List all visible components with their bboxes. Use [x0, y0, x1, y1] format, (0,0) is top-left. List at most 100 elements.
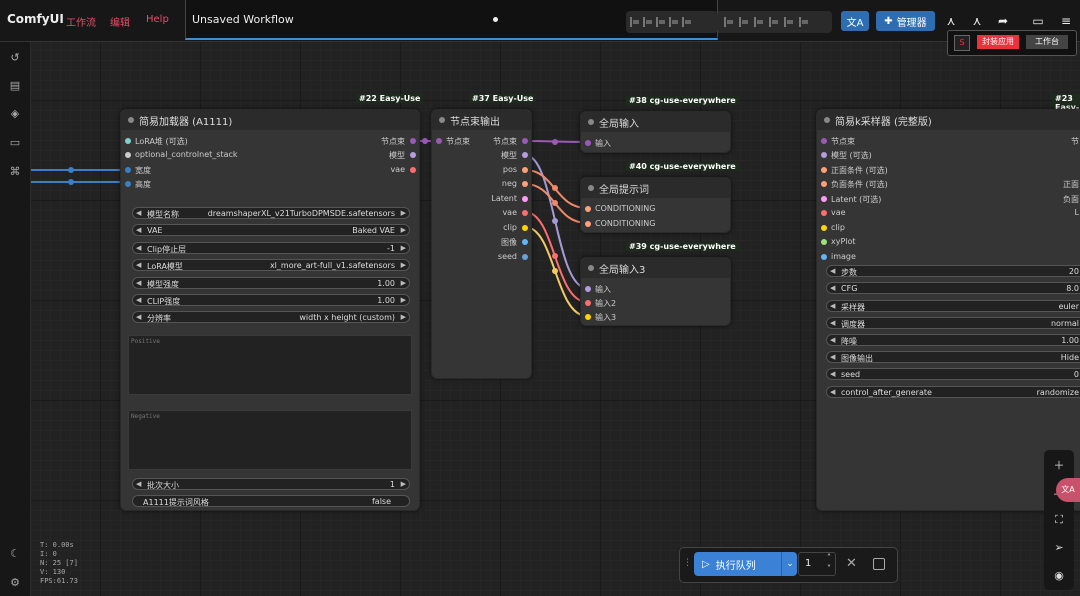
history-icon[interactable]: ↺ — [8, 50, 22, 64]
folder-icon[interactable]: ▭ — [8, 135, 22, 149]
input-socket[interactable] — [821, 181, 827, 187]
brush-icon[interactable]: ⋏ — [940, 11, 962, 31]
select-pointer-icon[interactable]: ➢ — [1052, 540, 1066, 554]
output-socket[interactable] — [522, 239, 528, 245]
input-socket[interactable] — [821, 138, 827, 144]
output-socket[interactable] — [522, 181, 528, 187]
widget-model-strength[interactable]: ◀ 模型强度 1.00 ▶ — [132, 277, 410, 289]
menu-help[interactable]: Help — [146, 14, 169, 25]
stop-icon[interactable] — [873, 558, 885, 570]
output-socket[interactable] — [522, 167, 528, 173]
input-socket[interactable] — [585, 314, 591, 320]
align-right-icon[interactable] — [656, 17, 665, 27]
node-header[interactable]: 简易k采样器 (完整版) — [817, 110, 1080, 130]
menu-workflow[interactable]: 工作流 — [66, 14, 96, 29]
output-socket-pipe[interactable] — [410, 138, 416, 144]
input-socket-controlnet[interactable] — [125, 152, 131, 158]
output-socket[interactable] — [522, 225, 528, 231]
input-socket[interactable] — [585, 221, 591, 227]
output-socket-model[interactable] — [410, 152, 416, 158]
widget-steps[interactable]: ◀ 步数 20 — [826, 265, 1080, 277]
workbench-button[interactable]: 工作台 — [1026, 35, 1068, 49]
menu-edit[interactable]: 编辑 — [110, 14, 130, 29]
widget-control-after-generate[interactable]: ◀ control_after_generate randomize — [826, 386, 1080, 398]
input-socket[interactable] — [821, 254, 827, 260]
theme-moon-icon[interactable]: ☾ — [8, 546, 22, 560]
widget-clip-skip[interactable]: ◀ Clip停止层 -1 ▶ — [132, 242, 410, 254]
run-queue-button[interactable]: ▷ 执行队列 ⌄ — [694, 552, 797, 576]
queue-list-icon[interactable]: ▤ — [8, 78, 22, 92]
widget-batch-size[interactable]: ◀ 批次大小 1 ▶ — [132, 478, 410, 490]
input-socket[interactable] — [821, 167, 827, 173]
input-socket-height[interactable] — [125, 181, 131, 187]
widget-a1111-style-toggle[interactable]: A1111提示词风格 false — [132, 495, 410, 507]
input-socket[interactable] — [821, 225, 827, 231]
align-top-icon[interactable] — [669, 17, 678, 27]
widget-model-name[interactable]: ◀ 模型名称 dreamshaperXL_v21TurboDPMSDE.safete… — [132, 207, 410, 219]
node-prompts-everywhere[interactable]: 全局提示词 CONDITIONING CONDITIONING — [580, 177, 731, 233]
translate-button[interactable]: 文A — [841, 11, 869, 31]
widget-scheduler[interactable]: ◀ 调度器 normal — [826, 317, 1080, 329]
widget-resolution[interactable]: ◀ 分辨率 width x height (custom) ▶ — [132, 311, 410, 323]
input-socket[interactable] — [821, 196, 827, 202]
same-width-icon[interactable] — [769, 17, 778, 27]
input-socket[interactable] — [821, 239, 827, 245]
node-header[interactable]: 全局输入 — [581, 112, 730, 132]
output-socket[interactable] — [522, 254, 528, 260]
align-center-icon[interactable] — [643, 17, 652, 27]
package-app-button[interactable]: 封装应用 — [977, 35, 1019, 49]
same-height-icon[interactable] — [784, 17, 793, 27]
output-socket[interactable] — [522, 196, 528, 202]
run-mode-dropdown-icon[interactable]: ⌄ — [781, 552, 798, 576]
stepper-down-icon[interactable]: ˅ — [827, 564, 831, 573]
widget-seed[interactable]: ◀ seed 0 — [826, 368, 1080, 380]
brush-alt-icon[interactable]: ⋏ — [966, 11, 988, 31]
align-left-icon[interactable] — [630, 17, 639, 27]
toggle-links-eye-icon[interactable]: ◉ — [1052, 568, 1066, 582]
widget-sampler[interactable]: ◀ 采样器 euler — [826, 300, 1080, 312]
widget-cfg[interactable]: ◀ CFG 8.0 — [826, 282, 1080, 294]
fit-view-icon[interactable]: ⛶ — [1052, 513, 1066, 527]
node-anything-everywhere3[interactable]: 全局输入3 输入 输入2 输入3 — [580, 257, 731, 326]
output-socket[interactable] — [522, 152, 528, 158]
batch-count-input[interactable]: 1 ˄ ˅ — [798, 552, 836, 576]
node-header[interactable]: 全局提示词 — [581, 178, 730, 198]
clear-queue-icon[interactable]: ✕ — [846, 556, 857, 571]
settings-gear-icon[interactable]: ⚙ — [8, 575, 22, 589]
output-socket-vae[interactable] — [410, 167, 416, 173]
node-easy-a1111-loader[interactable]: 简易加载器 (A1111) LoRA堆 (可选) optional_contro… — [120, 109, 420, 511]
node-anything-everywhere[interactable]: 全局输入 输入 — [580, 111, 731, 153]
output-socket[interactable] — [522, 138, 528, 144]
translate-float-icon[interactable]: 文A — [1056, 478, 1080, 502]
cube-icon[interactable]: ◈ — [8, 106, 22, 120]
widget-lora-model[interactable]: ◀ LoRA模型 xl_more_art-full_v1.safetensors ▶ — [132, 259, 410, 271]
drag-handle-icon[interactable]: ⋮ — [683, 558, 692, 568]
zoom-in-icon[interactable]: ＋ — [1052, 458, 1066, 472]
share-icon[interactable]: ➦ — [992, 11, 1014, 31]
stepper-up-icon[interactable]: ˄ — [827, 553, 831, 562]
node-header[interactable]: 全局输入3 — [581, 258, 730, 278]
app-logo[interactable]: ComfyUI — [7, 12, 64, 26]
hamburger-menu-icon[interactable]: ≡ — [1055, 11, 1077, 31]
arrange-icon[interactable] — [799, 17, 808, 27]
align-bottom-icon[interactable] — [724, 17, 733, 27]
node-header[interactable]: 简易加载器 (A1111) — [121, 110, 419, 130]
node-pipe-out[interactable]: 节点束输出 节点束 节点束 模型 pos neg Latent vae clip… — [431, 109, 532, 379]
input-socket-width[interactable] — [125, 167, 131, 173]
widget-vae[interactable]: ◀ VAE Baked VAE ▶ — [132, 224, 410, 236]
input-socket[interactable] — [585, 286, 591, 292]
positive-prompt-textarea[interactable]: Positive — [128, 335, 412, 395]
negative-prompt-textarea[interactable]: Negative — [128, 410, 412, 470]
manager-button[interactable]: ✚ 管理器 — [876, 11, 935, 31]
widget-image-output[interactable]: ◀ 图像输出 Hide — [826, 351, 1080, 363]
input-socket[interactable] — [821, 210, 827, 216]
distribute-horizontal-icon[interactable] — [739, 17, 748, 27]
distribute-vertical-icon[interactable] — [754, 17, 763, 27]
widget-clip-strength[interactable]: ◀ CLIP强度 1.00 ▶ — [132, 294, 410, 306]
widget-denoise[interactable]: ◀ 降噪 1.00 — [826, 334, 1080, 346]
input-socket[interactable] — [821, 152, 827, 158]
input-socket-pipe[interactable] — [436, 138, 442, 144]
align-middle-icon[interactable] — [682, 17, 691, 27]
input-socket[interactable] — [585, 140, 591, 146]
input-socket[interactable] — [585, 206, 591, 212]
